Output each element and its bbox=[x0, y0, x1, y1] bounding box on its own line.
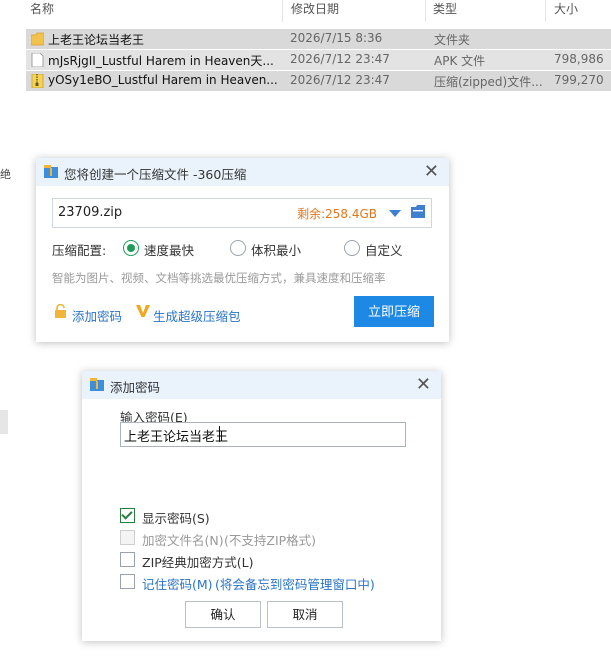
zip-classic-label[interactable]: ZIP经典加密方式(L) bbox=[142, 552, 254, 571]
file-name: 上老王论坛当老王 bbox=[48, 33, 145, 47]
cancel-button[interactable]: 取消 bbox=[267, 601, 343, 628]
file-type: 压缩(zipped)文件... bbox=[434, 75, 543, 89]
column-separator[interactable] bbox=[545, 0, 546, 22]
folder-icon bbox=[31, 32, 44, 46]
close-icon[interactable]: ✕ bbox=[416, 374, 431, 395]
archive-app-icon bbox=[44, 165, 58, 178]
option-custom-radio[interactable] bbox=[344, 240, 360, 256]
file-name: mJsRjgII_Lustful Harem in Heaven天... bbox=[48, 54, 274, 68]
lock-icon bbox=[55, 304, 66, 318]
option-smallest-radio[interactable] bbox=[230, 240, 246, 256]
chevron-down-icon[interactable] bbox=[389, 210, 401, 217]
option-fastest-label[interactable]: 速度最快 bbox=[144, 240, 194, 259]
clipped-side-text: 绝 bbox=[0, 168, 11, 181]
file-row[interactable]: mJsRjgII_Lustful Harem in Heaven天... 202… bbox=[26, 50, 611, 70]
add-password-link[interactable]: 添加密码 bbox=[72, 306, 122, 325]
encrypt-filenames-label: 加密文件名(N) bbox=[142, 533, 224, 548]
column-header-modified[interactable]: 修改日期 bbox=[291, 0, 339, 22]
file-type: 文件夹 bbox=[434, 33, 471, 47]
file-modified: 2026/7/15 8:36 bbox=[290, 31, 383, 45]
compress-now-button[interactable]: 立即压缩 bbox=[354, 296, 434, 327]
remember-password-label[interactable]: 记住密码(M) bbox=[142, 574, 213, 593]
password-value: 上老王论坛当老王 bbox=[124, 430, 229, 445]
file-modified: 2026/7/12 23:47 bbox=[290, 52, 390, 66]
zip-icon bbox=[31, 74, 44, 88]
v-badge-icon bbox=[136, 305, 150, 317]
column-separator[interactable] bbox=[282, 0, 283, 22]
text-caret bbox=[219, 426, 220, 442]
file-size: 799,270 bbox=[554, 73, 604, 87]
password-dialog-titlebar[interactable]: 添加密码 ✕ bbox=[82, 371, 441, 399]
encrypt-filenames-checkbox[interactable] bbox=[120, 530, 135, 545]
column-separator[interactable] bbox=[425, 0, 426, 22]
archive-path-field[interactable]: 23709.zip 剩余:258.4GB bbox=[52, 198, 432, 228]
password-input[interactable]: 上老王论坛当老王 bbox=[120, 422, 406, 447]
column-header-size[interactable]: 大小 bbox=[554, 0, 578, 22]
compress-dialog-title: 您将创建一个压缩文件 -360压缩 bbox=[64, 167, 247, 182]
option-fastest-radio[interactable] bbox=[123, 240, 139, 256]
remember-password-note: (将会备忘到密码管理窗口中) bbox=[215, 577, 375, 592]
config-hint: 智能为图片、视频、文档等挑选最优压缩方式，兼具速度和压缩率 bbox=[52, 271, 386, 285]
config-label: 压缩配置: bbox=[52, 243, 107, 258]
ok-button[interactable]: 确认 bbox=[185, 601, 261, 628]
file-row[interactable]: yOSy1eBO_Lustful Harem in Heaven... 2026… bbox=[26, 71, 611, 91]
show-password-checkbox[interactable] bbox=[120, 508, 135, 523]
free-space-label: 剩余:258.4GB bbox=[297, 207, 377, 221]
file-row[interactable]: 上老王论坛当老王 2026/7/15 8:36 文件夹 bbox=[26, 29, 611, 49]
column-header-name[interactable]: 名称 bbox=[30, 0, 54, 22]
compress-dialog-titlebar[interactable]: 您将创建一个压缩文件 -360压缩 ✕ bbox=[36, 158, 449, 186]
file-size: 798,986 bbox=[554, 52, 604, 66]
password-dialog-title: 添加密码 bbox=[110, 380, 161, 395]
archive-path-value: 23709.zip bbox=[58, 205, 123, 220]
option-custom-label[interactable]: 自定义 bbox=[365, 240, 403, 259]
file-icon bbox=[31, 53, 44, 67]
archive-app-icon bbox=[90, 378, 104, 391]
compress-dialog: 您将创建一个压缩文件 -360压缩 ✕ 23709.zip 剩余:258.4GB… bbox=[36, 158, 449, 342]
file-name: yOSy1eBO_Lustful Harem in Heaven... bbox=[48, 73, 278, 87]
password-dialog: 添加密码 ✕ 输入密码(E) 上老王论坛当老王 显示密码(S) 加密文件名(N)… bbox=[82, 371, 441, 641]
scroll-fragment bbox=[0, 410, 8, 434]
column-header-type[interactable]: 类型 bbox=[433, 0, 457, 22]
file-modified: 2026/7/12 23:47 bbox=[290, 73, 390, 87]
file-type: APK 文件 bbox=[434, 54, 486, 68]
encrypt-filenames-note: (不支持ZIP格式) bbox=[224, 533, 317, 548]
browse-folder-icon[interactable] bbox=[411, 205, 425, 218]
zip-classic-checkbox[interactable] bbox=[120, 552, 135, 567]
super-compress-link[interactable]: 生成超级压缩包 bbox=[153, 306, 241, 325]
close-icon[interactable]: ✕ bbox=[424, 161, 439, 182]
show-password-label[interactable]: 显示密码(S) bbox=[142, 508, 210, 527]
option-smallest-label[interactable]: 体积最小 bbox=[251, 240, 301, 259]
remember-password-checkbox[interactable] bbox=[120, 574, 135, 589]
